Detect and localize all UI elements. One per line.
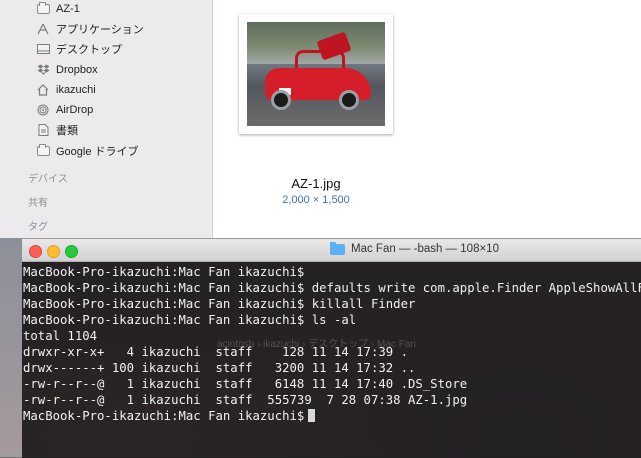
window-title: Mac Fan — -bash — 108×10 [330, 241, 499, 255]
sidebar-section-devices[interactable]: デバイス [28, 170, 68, 185]
desktop-icon [36, 43, 50, 55]
terminal-line: MacBook-Pro-ikazuchi:Mac Fan ikazuchi$ k… [23, 297, 416, 311]
file-name[interactable]: AZ-1.jpg [241, 176, 391, 191]
terminal-line: drwx------+ 100 ikazuchi staff 3200 11 1… [23, 361, 416, 375]
sidebar-item-label: ikazuchi [56, 84, 96, 96]
dropbox-icon [36, 64, 50, 76]
sidebar-item-dropbox[interactable]: Dropbox [36, 61, 98, 79]
sidebar-item-applications[interactable]: アプリケーション [36, 20, 144, 38]
text-cursor [308, 409, 316, 422]
zoom-button[interactable] [65, 245, 78, 258]
sidebar-item-az1[interactable]: AZ-1 [36, 0, 80, 18]
sidebar-item-label: Google ドライブ [56, 146, 139, 158]
documents-icon [36, 124, 50, 136]
finder-sidebar: AZ-1 アプリケーション デスクトップ Dropbox ikazuchi Ai… [0, 0, 213, 238]
airdrop-icon [36, 104, 50, 116]
home-icon [36, 84, 50, 96]
terminal-prompt-line[interactable]: MacBook-Pro-ikazuchi:Mac Fan ikazuchi$ [22, 408, 641, 424]
terminal-line: MacBook-Pro-ikazuchi:Mac Fan ikazuchi$ [23, 265, 305, 279]
sidebar-item-label: AirDrop [56, 104, 94, 116]
terminal-titlebar[interactable]: Mac Fan — -bash — 108×10 [22, 239, 641, 262]
file-dimensions: 2,000 × 1,500 [282, 194, 350, 206]
sidebar-item-desktop[interactable]: デスクトップ [36, 40, 122, 58]
window-title-text: Mac Fan — -bash — 108×10 [351, 243, 499, 255]
sidebar-item-airdrop[interactable]: AirDrop [36, 101, 93, 119]
terminal-line: total 1104 [23, 329, 98, 343]
sidebar-section-shared[interactable]: 共有 [28, 194, 48, 209]
file-thumbnail[interactable] [239, 14, 393, 134]
sidebar-item-google-drive[interactable]: Google ドライブ [36, 142, 139, 160]
terminal-line: -rw-r--r--@ 1 ikazuchi staff 6148 11 14 … [23, 377, 468, 391]
finder-window: AZ-1 アプリケーション デスクトップ Dropbox ikazuchi Ai… [0, 0, 641, 238]
finder-content: AZ-1.jpg 2,000 × 1,500 [213, 0, 641, 238]
terminal-line: drwxr-xr-x+ 4 ikazuchi staff 128 11 14 1… [23, 345, 408, 359]
folder-icon [36, 2, 50, 15]
folder-icon [36, 144, 50, 157]
sidebar-item-label: Dropbox [56, 64, 98, 76]
folder-icon [330, 241, 345, 255]
sidebar-item-label: 書類 [56, 125, 78, 137]
terminal-line: -rw-r--r--@ 1 ikazuchi staff 555739 7 28… [23, 393, 468, 407]
terminal-output[interactable]: MacBook-Pro-ikazuchi:Mac Fan ikazuchi$ M… [22, 264, 641, 424]
terminal-window: Mac Fan — -bash — 108×10 acintosh › ikaz… [22, 238, 641, 458]
terminal-prompt: MacBook-Pro-ikazuchi:Mac Fan ikazuchi$ [23, 409, 305, 423]
sidebar-item-documents[interactable]: 書類 [36, 121, 78, 139]
sidebar-item-label: デスクトップ [56, 44, 122, 56]
close-button[interactable] [29, 245, 42, 258]
desktop-wallpaper-edge [0, 238, 22, 457]
applications-icon [36, 23, 50, 35]
terminal-line: MacBook-Pro-ikazuchi:Mac Fan ikazuchi$ d… [23, 281, 641, 295]
terminal-line: MacBook-Pro-ikazuchi:Mac Fan ikazuchi$ l… [23, 313, 357, 327]
car-photo [247, 22, 385, 126]
sidebar-item-label: AZ-1 [56, 3, 80, 15]
sidebar-item-label: アプリケーション [56, 24, 144, 36]
sidebar-item-home[interactable]: ikazuchi [36, 81, 96, 99]
minimize-button[interactable] [47, 245, 60, 258]
sidebar-section-tags[interactable]: タグ [28, 218, 48, 233]
